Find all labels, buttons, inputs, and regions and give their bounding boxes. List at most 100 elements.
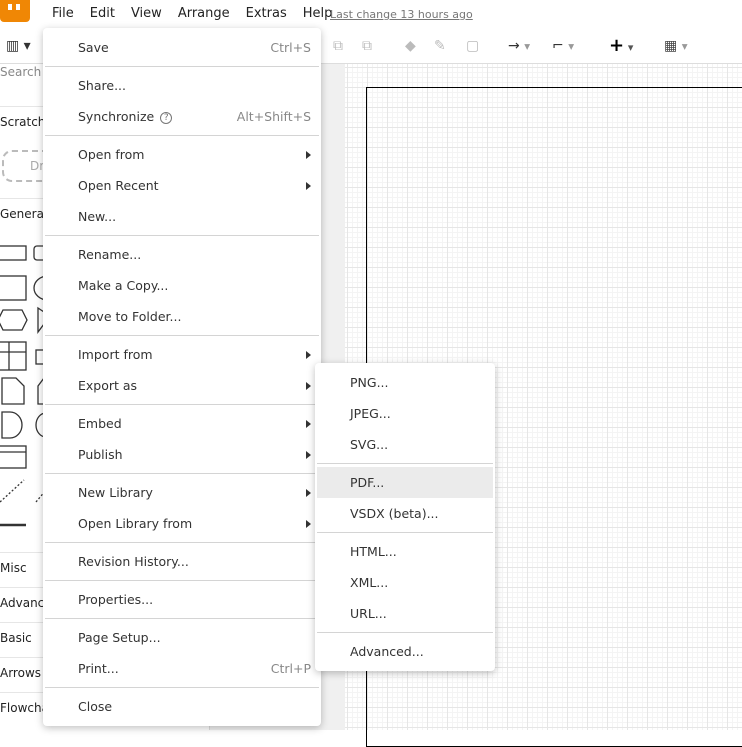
menu-item-share[interactable]: Share... bbox=[45, 70, 319, 101]
menu-item-label: Save bbox=[78, 40, 109, 55]
insert-icon[interactable]: + ▾ bbox=[609, 35, 633, 56]
menu-separator bbox=[315, 460, 495, 467]
menu-item-label: Make a Copy... bbox=[78, 278, 169, 293]
shortcut-label: Ctrl+P bbox=[270, 661, 311, 676]
menu-item-label: PDF... bbox=[350, 475, 385, 490]
menu-item-label: Revision History... bbox=[78, 554, 189, 569]
menu-item-label: HTML... bbox=[350, 544, 397, 559]
menu-item-make-a-copy[interactable]: Make a Copy... bbox=[45, 270, 319, 301]
menu-item-png[interactable]: PNG... bbox=[317, 367, 493, 398]
menu-item-label: Page Setup... bbox=[78, 630, 161, 645]
menu-edit[interactable]: Edit bbox=[82, 5, 123, 23]
menu-item-label: Rename... bbox=[78, 247, 142, 262]
menu-item-close[interactable]: Close bbox=[45, 691, 319, 722]
menu-item-label: Open Recent bbox=[78, 178, 159, 193]
submenu-arrow-icon bbox=[306, 151, 311, 159]
shortcut-label: Ctrl+S bbox=[270, 40, 311, 55]
app-logo bbox=[0, 0, 30, 22]
menu-item-label: Open from bbox=[78, 147, 145, 162]
menu-separator bbox=[43, 684, 321, 691]
menu-item-label: XML... bbox=[350, 575, 389, 590]
menu-item-synchronize[interactable]: Synchronize? Alt+Shift+S bbox=[45, 101, 319, 132]
menu-item-xml[interactable]: XML... bbox=[317, 567, 493, 598]
menu-item-new[interactable]: New... bbox=[45, 201, 319, 232]
file-menu: Save Ctrl+S Share... Synchronize? Alt+Shift+… bbox=[43, 28, 321, 726]
help-icon[interactable]: ? bbox=[160, 111, 173, 124]
menu-item-label: JPEG... bbox=[350, 406, 391, 421]
menu-separator bbox=[43, 577, 321, 584]
connection-arrow-icon[interactable]: → ▾ bbox=[508, 38, 530, 54]
menu-item-embed[interactable]: Embed bbox=[45, 408, 319, 439]
menu-item-label: PNG... bbox=[350, 375, 389, 390]
submenu-arrow-icon bbox=[306, 420, 311, 428]
to-front-icon[interactable]: ⧉ bbox=[333, 38, 343, 54]
menu-item-label: SVG... bbox=[350, 437, 389, 452]
menu-item-html[interactable]: HTML... bbox=[317, 536, 493, 567]
menu-item-svg[interactable]: SVG... bbox=[317, 429, 493, 460]
menu-separator bbox=[43, 332, 321, 339]
menu-item-label: New Library bbox=[78, 485, 153, 500]
menu-separator bbox=[43, 470, 321, 477]
menu-item-url[interactable]: URL... bbox=[317, 598, 493, 629]
menu-item-label: New... bbox=[78, 209, 117, 224]
fill-color-icon[interactable]: ◆ bbox=[405, 38, 416, 54]
menu-separator bbox=[43, 615, 321, 622]
menu-item-open-recent[interactable]: Open Recent bbox=[45, 170, 319, 201]
menu-item-label: Print... bbox=[78, 661, 119, 676]
menu-separator bbox=[43, 232, 321, 239]
format-panel-icon[interactable]: ▥ ▾ bbox=[6, 38, 31, 54]
menu-item-label: Share... bbox=[78, 78, 126, 93]
menu-item-label: Close bbox=[78, 699, 113, 714]
submenu-arrow-icon bbox=[306, 520, 311, 528]
menu-item-label: Publish bbox=[78, 447, 123, 462]
export-as-submenu: PNG... JPEG... SVG... PDF... VSDX (beta)... H… bbox=[315, 363, 495, 671]
menu-item-vsdx-beta[interactable]: VSDX (beta)... bbox=[317, 498, 493, 529]
menu-item-rename[interactable]: Rename... bbox=[45, 239, 319, 270]
menu-item-publish[interactable]: Publish bbox=[45, 439, 319, 470]
submenu-arrow-icon bbox=[306, 451, 311, 459]
last-change-link[interactable]: Last change 13 hours ago bbox=[330, 8, 473, 21]
menu-item-properties[interactable]: Properties... bbox=[45, 584, 319, 615]
menu-item-label: Move to Folder... bbox=[78, 309, 182, 324]
menu-item-revision-history[interactable]: Revision History... bbox=[45, 546, 319, 577]
menu-arrange[interactable]: Arrange bbox=[170, 5, 238, 23]
menu-item-import-from[interactable]: Import from bbox=[45, 339, 319, 370]
menubar: File Edit View Arrange Extras Help bbox=[44, 5, 340, 23]
menu-separator bbox=[43, 539, 321, 546]
submenu-arrow-icon bbox=[306, 382, 311, 390]
menu-item-label: Open Library from bbox=[78, 516, 193, 531]
menu-extras[interactable]: Extras bbox=[238, 5, 295, 23]
shortcut-label: Alt+Shift+S bbox=[236, 109, 311, 124]
menu-item-new-library[interactable]: New Library bbox=[45, 477, 319, 508]
menu-item-pdf[interactable]: PDF... bbox=[317, 467, 493, 498]
menu-item-label: Import from bbox=[78, 347, 153, 362]
menu-item-move-to-folder[interactable]: Move to Folder... bbox=[45, 301, 319, 332]
menu-item-jpeg[interactable]: JPEG... bbox=[317, 398, 493, 429]
menu-item-page-setup[interactable]: Page Setup... bbox=[45, 622, 319, 653]
menu-item-label: URL... bbox=[350, 606, 387, 621]
menu-item-label: Advanced... bbox=[350, 644, 424, 659]
menu-file[interactable]: File bbox=[44, 5, 82, 23]
line-color-icon[interactable]: ✎ bbox=[434, 38, 446, 54]
to-back-icon[interactable]: ⧉ bbox=[362, 38, 372, 54]
menu-item-label: Embed bbox=[78, 416, 122, 431]
submenu-arrow-icon bbox=[306, 182, 311, 190]
menu-item-print[interactable]: Print... Ctrl+P bbox=[45, 653, 319, 684]
menu-item-label: Synchronize bbox=[78, 109, 155, 124]
menu-separator bbox=[43, 401, 321, 408]
menu-item-label: Export as bbox=[78, 378, 138, 393]
submenu-arrow-icon bbox=[306, 351, 311, 359]
menu-view[interactable]: View bbox=[123, 5, 170, 23]
waypoints-icon[interactable]: ⌐ ▾ bbox=[552, 38, 574, 54]
table-icon[interactable]: ▦ ▾ bbox=[664, 38, 688, 54]
menu-item-advanced[interactable]: Advanced... bbox=[317, 636, 493, 667]
menu-item-export-as[interactable]: Export as bbox=[45, 370, 319, 401]
menu-item-open-library-from[interactable]: Open Library from bbox=[45, 508, 319, 539]
submenu-arrow-icon bbox=[306, 489, 311, 497]
menu-item-label: VSDX (beta)... bbox=[350, 506, 439, 521]
menu-item-open-from[interactable]: Open from bbox=[45, 139, 319, 170]
shadow-icon[interactable]: ▢ bbox=[466, 38, 479, 54]
menu-item-save[interactable]: Save Ctrl+S bbox=[45, 32, 319, 63]
menu-separator bbox=[315, 629, 495, 636]
menu-separator bbox=[43, 132, 321, 139]
